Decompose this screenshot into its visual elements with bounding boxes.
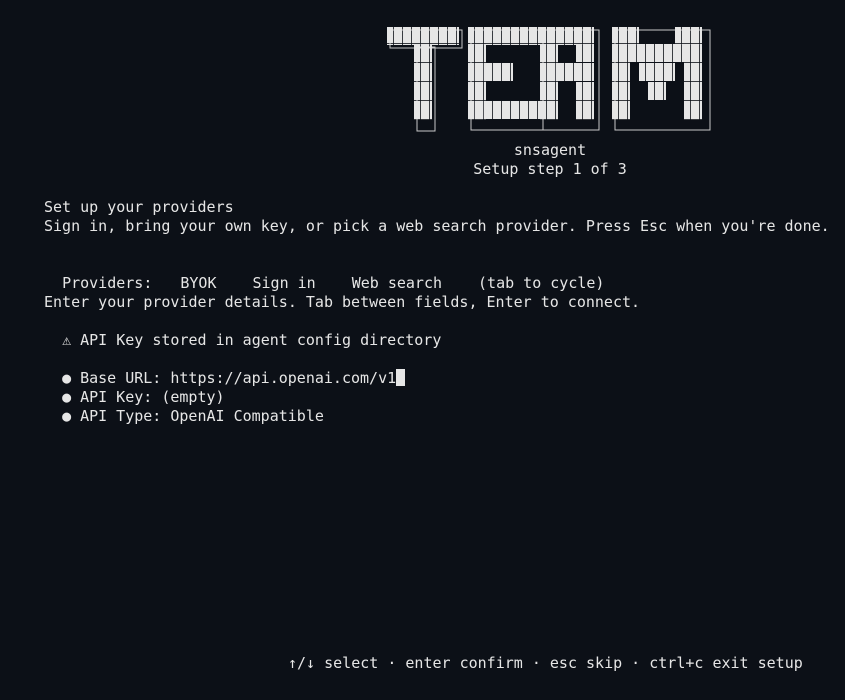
- instructions-text: Enter your provider details. Tab between…: [44, 293, 641, 311]
- field-api-type[interactable]: ● API Type: OpenAI Compatible: [44, 388, 324, 426]
- api-type-select[interactable]: OpenAI Compatible: [170, 407, 324, 425]
- text-cursor: [396, 369, 406, 386]
- term-logo: [385, 25, 715, 135]
- field-bullet-icon: ●: [62, 407, 72, 425]
- tab-byok[interactable]: BYOK: [180, 274, 216, 293]
- field-label: API Type:: [80, 407, 162, 425]
- app-name: snsagent: [513, 141, 587, 159]
- setup-step-indicator: Setup step 1 of 3: [473, 160, 627, 178]
- tab-cycle-hint: (tab to cycle): [478, 274, 605, 292]
- tab-sign-in[interactable]: Sign in: [253, 274, 316, 293]
- warning-text: API Key stored in agent config directory: [80, 331, 442, 349]
- keybinding-hints: ↑/↓ select · enter confirm · esc skip · …: [288, 654, 803, 672]
- section-subtitle: Sign in, bring your own key, or pick a w…: [44, 217, 830, 235]
- providers-tab-bar: Providers: BYOK Sign in Web search (tab to c…: [44, 255, 604, 293]
- section-title: Set up your providers: [44, 198, 234, 216]
- api-key-warning: ⚠ API Key stored in agent config directo…: [44, 312, 441, 350]
- warning-icon: ⚠: [62, 331, 72, 349]
- tab-web-search[interactable]: Web search: [352, 274, 442, 293]
- providers-label: Providers:: [62, 274, 153, 292]
